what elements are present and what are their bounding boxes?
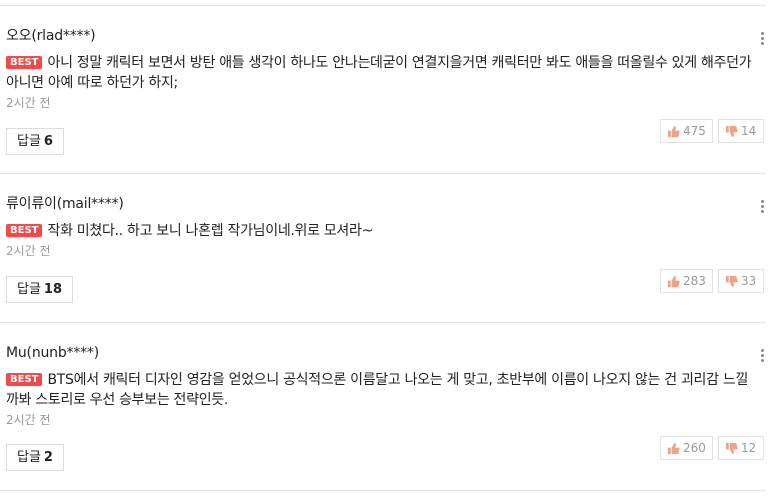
dislike-count: 12	[741, 441, 757, 455]
comment-time: 2시간 전	[6, 244, 51, 258]
comment-item: Mu(nunb****) BEST BTS에서 캐릭터 디자인 영감을 얻었으니 …	[0, 344, 773, 492]
dislike-count: 14	[741, 124, 757, 138]
comment-body: 작화 미쳤다.. 하고 보니 나혼렙 작가님이네.위로 모셔라~	[47, 223, 374, 239]
comment-author[interactable]: 류이류이(mail****)	[6, 195, 124, 213]
best-badge: BEST	[6, 56, 43, 69]
dislike-button[interactable]: 12	[718, 436, 764, 460]
comment-divider	[0, 322, 766, 323]
dislike-button[interactable]: 33	[718, 269, 764, 293]
comment-time: 2시간 전	[6, 96, 51, 110]
top-divider	[0, 5, 766, 6]
like-button[interactable]: 283	[660, 269, 713, 293]
thumbs-down-icon	[725, 275, 738, 287]
thumbs-up-icon	[667, 125, 680, 137]
like-count: 260	[683, 441, 706, 455]
comment-text: BEST BTS에서 캐릭터 디자인 영감을 얻었으니 공식적으론 이름달고 나오…	[6, 370, 758, 410]
comment-text: BEST 작화 미쳤다.. 하고 보니 나혼렙 작가님이네.위로 모셔라~	[6, 221, 758, 241]
thumbs-down-icon	[725, 125, 738, 137]
comment-author[interactable]: Mu(nunb****)	[6, 344, 99, 362]
comment-time: 2시간 전	[6, 413, 51, 427]
comment-item: 류이류이(mail****) BEST 작화 미쳤다.. 하고 보니 나혼렙 작가…	[0, 195, 773, 343]
thumbs-down-icon	[725, 442, 738, 454]
like-count: 475	[683, 124, 706, 138]
reply-button[interactable]: 답글 18	[6, 276, 74, 303]
reply-count: 2	[43, 450, 53, 465]
comment-item: 오오(rlad****) BEST 아니 정말 캐릭터 보면서 방탄 애들 생각이…	[0, 27, 773, 175]
reply-label: 답글	[17, 134, 41, 149]
comment-body: 아니 정말 캐릭터 보면서 방탄 애들 생각이 하나도 안나는데굳이 연결지을거…	[6, 55, 752, 91]
more-options-icon[interactable]	[759, 197, 765, 215]
reply-label: 답글	[17, 450, 41, 465]
comment-text: BEST 아니 정말 캐릭터 보면서 방탄 애들 생각이 하나도 안나는데굳이 연…	[6, 53, 758, 93]
reply-count: 18	[43, 282, 63, 297]
reply-button[interactable]: 답글 2	[6, 444, 64, 471]
more-options-icon[interactable]	[759, 346, 765, 364]
like-count: 283	[683, 274, 706, 288]
comment-body: BTS에서 캐릭터 디자인 영감을 얻었으니 공식적으론 이름달고 나오는 게 …	[6, 372, 749, 408]
best-badge: BEST	[6, 224, 43, 237]
thumbs-up-icon	[667, 442, 680, 454]
comment-divider	[0, 173, 766, 174]
bottom-divider	[0, 490, 766, 491]
more-options-icon[interactable]	[759, 29, 765, 47]
reply-label: 답글	[17, 282, 41, 297]
thumbs-up-icon	[667, 275, 680, 287]
like-button[interactable]: 475	[660, 119, 713, 143]
reply-count: 6	[43, 134, 53, 149]
best-badge: BEST	[6, 373, 43, 386]
comment-author[interactable]: 오오(rlad****)	[6, 27, 96, 45]
dislike-count: 33	[741, 274, 757, 288]
reply-button[interactable]: 답글 6	[6, 128, 64, 155]
dislike-button[interactable]: 14	[718, 119, 764, 143]
like-button[interactable]: 260	[660, 436, 713, 460]
